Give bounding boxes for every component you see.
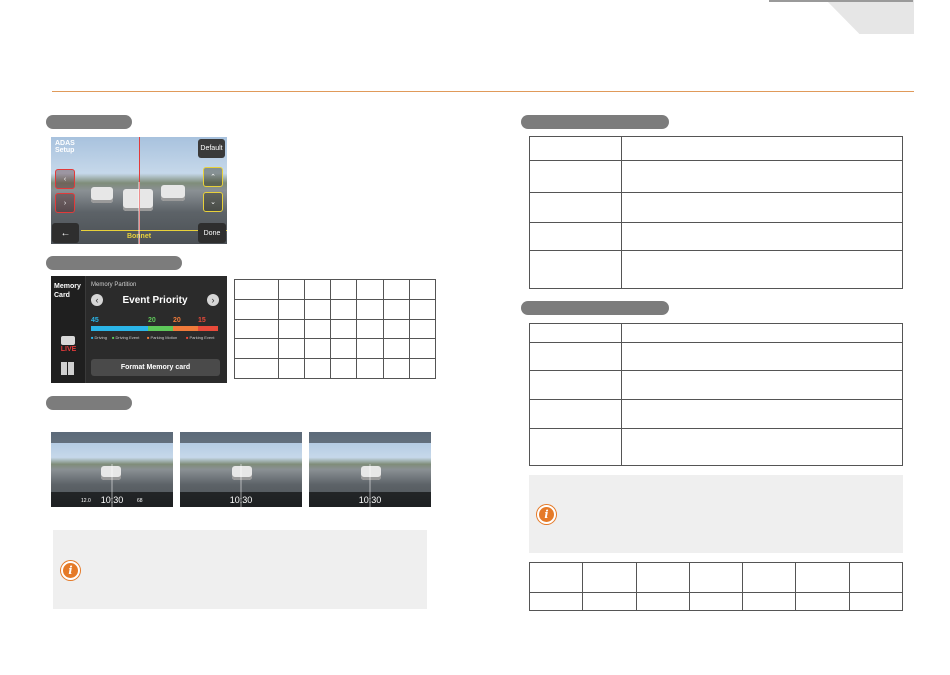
right-table-2 — [529, 323, 903, 466]
back-arrow-icon: ← — [60, 227, 71, 239]
value-parking-motion: 20 — [173, 317, 181, 324]
adas-title: ADAS Setup — [55, 140, 75, 154]
done-button[interactable]: Done — [198, 223, 226, 243]
counter: 68 — [137, 498, 143, 504]
prev-mode-button[interactable]: ‹ — [91, 294, 103, 306]
legend-driving: ■ Driving — [91, 335, 107, 340]
format-memory-card-button[interactable]: Format Memory card — [91, 359, 220, 376]
left-arrow-button[interactable]: ‹ — [55, 169, 75, 189]
sidebar-title: Memory Card — [54, 283, 81, 299]
right-table-1 — [529, 136, 903, 289]
car — [232, 466, 252, 480]
section-pill-right-2 — [521, 301, 669, 315]
grid-menu-icon[interactable] — [61, 362, 74, 375]
live-label[interactable]: LIVE — [51, 346, 86, 353]
car — [101, 466, 121, 480]
right-arrow-button[interactable]: › — [55, 193, 75, 213]
up-arrow-button[interactable]: ⌃ — [203, 167, 223, 187]
chevron-down-icon: ⌄ — [210, 199, 216, 206]
section-pill-live — [46, 396, 132, 410]
live-screenshot-1: 12.0 10:30 68 — [51, 432, 173, 507]
note-box-right — [529, 475, 903, 553]
clock: 10:30 — [100, 495, 124, 505]
right-car — [161, 185, 185, 201]
info-icon: i — [61, 561, 80, 580]
status-bar — [180, 432, 302, 443]
top-rule — [769, 0, 913, 2]
partition-label: Memory Partition — [91, 282, 137, 288]
value-driving: 45 — [91, 317, 99, 324]
status-bar — [51, 432, 173, 443]
bar-parking-event — [198, 326, 218, 331]
live-screenshot-3: 10:30 — [309, 432, 431, 507]
bonnet-label: Bonnet — [126, 233, 152, 240]
chevron-right-icon: › — [211, 295, 215, 305]
legend-parking-event: ■ Parking Event — [186, 335, 215, 340]
legend-parking-motion: ■ Parking Motion — [147, 335, 178, 340]
left-car — [91, 187, 113, 203]
section-pill-adas — [46, 115, 132, 129]
status-bar — [309, 432, 431, 443]
legend-driving-event: ■ Driving Event — [112, 335, 140, 340]
live-screenshot-2: 10:30 — [180, 432, 302, 507]
down-arrow-button[interactable]: ⌄ — [203, 192, 223, 212]
front-car — [123, 189, 153, 211]
chevron-left-icon: ‹ — [95, 295, 99, 305]
corner-page-tab — [826, 0, 914, 34]
clock: 10:30 — [358, 495, 382, 505]
clock: 10:30 — [229, 495, 253, 505]
memory-card-screenshot: Memory Card LIVE Memory Partition ‹ Even… — [51, 276, 227, 383]
note-box-left — [53, 530, 427, 609]
chevron-left-icon: ‹ — [63, 175, 67, 183]
center-guide-line — [139, 137, 140, 244]
bottom-table — [528, 562, 904, 611]
chevron-up-icon: ⌃ — [210, 174, 216, 181]
next-mode-button[interactable]: › — [207, 294, 219, 306]
default-button[interactable]: Default — [198, 139, 225, 158]
section-pill-memory — [46, 256, 182, 270]
mode-title: Event Priority — [122, 295, 188, 306]
bar-parking-motion — [173, 326, 198, 331]
bar-driving-event — [148, 326, 173, 331]
memory-table — [234, 279, 437, 379]
section-pill-right-1 — [521, 115, 669, 129]
chevron-right-icon: › — [63, 199, 67, 207]
value-driving-event: 20 — [148, 317, 156, 324]
bar-driving — [91, 326, 148, 331]
section-divider — [52, 91, 914, 92]
info-icon: i — [537, 505, 556, 524]
memory-sidebar: Memory Card LIVE — [51, 276, 86, 383]
back-button[interactable]: ← — [52, 223, 79, 243]
camera-icon — [61, 336, 75, 345]
value-parking-event: 15 — [198, 317, 206, 324]
car — [361, 466, 381, 480]
adas-setup-screenshot: ADAS Setup Default ‹ › ⌃ ⌄ ← Bonnet Done — [51, 137, 227, 244]
